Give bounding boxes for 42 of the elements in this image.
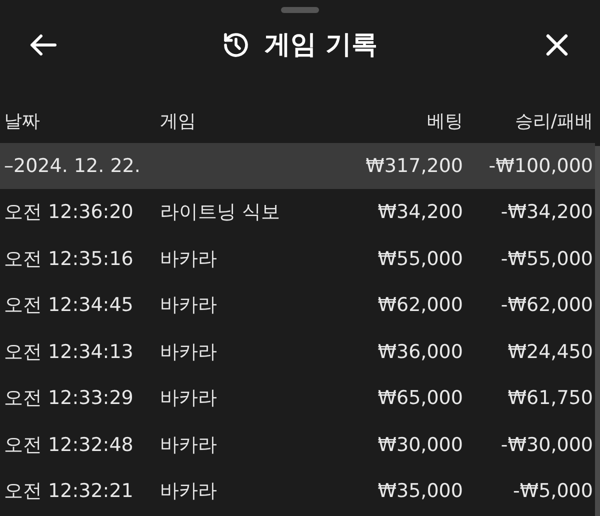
history-icon [222, 31, 250, 59]
group-result-total: -₩100,000 [488, 154, 593, 179]
bet-cell-text: ₩36,000 [376, 340, 463, 364]
game-cell-text: 바카라 [160, 432, 218, 458]
time-cell-text: 오전 12:34:45 [3, 293, 134, 318]
bet-cell-text: ₩30,000 [376, 432, 463, 458]
date-group-row[interactable]: –2024. 12. 22. ₩317,200 -₩100,000 [0, 143, 595, 189]
result-cell-text: -₩55,000 [500, 246, 593, 272]
result-cell-text: -₩5,000 [512, 479, 593, 504]
column-header: 날짜 [3, 110, 41, 134]
bet-cell-text: ₩62,000 [376, 293, 463, 318]
drag-handle[interactable] [281, 7, 319, 13]
column-header: 베팅 [426, 110, 463, 134]
game-cell-text: 바카라 [160, 246, 218, 272]
result-cell-text: ₩61,750 [506, 386, 593, 411]
time-cell-text: 오전 12:36:20 [3, 200, 134, 225]
time-cell-text: 오전 12:32:48 [3, 432, 134, 458]
result-cell-text: ₩24,450 [506, 340, 593, 364]
bet-cell-text: ₩55,000 [376, 246, 463, 272]
result-cell-text: -₩34,200 [500, 200, 593, 225]
bet-cell-text: ₩65,000 [376, 386, 463, 411]
scrollbar[interactable] [595, 146, 600, 516]
game-cell-text: 라이트닝 식보 [160, 200, 282, 225]
time-cell-text: 오전 12:33:29 [3, 386, 134, 411]
bet-cell-text: ₩34,200 [376, 200, 463, 225]
game-cell-text: 바카라 [160, 293, 218, 318]
time-cell-text: 오전 12:32:21 [3, 479, 134, 504]
back-arrow-icon [29, 33, 57, 57]
time-cell-text: 오전 12:34:13 [3, 340, 134, 364]
column-header: 승리/패배 [514, 110, 593, 134]
game-cell-text: 바카라 [160, 386, 218, 411]
time-cell-text: 오전 12:35:16 [3, 246, 134, 272]
group-bet-total: ₩317,200 [364, 154, 463, 179]
bet-cell-text: ₩35,000 [376, 479, 463, 504]
window-title: 게임 기록 [264, 28, 378, 62]
close-icon [545, 33, 569, 57]
result-cell-text: -₩30,000 [500, 432, 593, 458]
game-cell-text: 바카라 [160, 479, 218, 504]
result-cell-text: -₩62,000 [500, 293, 593, 318]
group-date: –2024. 12. 22. [3, 154, 142, 179]
game-cell-text: 바카라 [160, 340, 218, 364]
column-header: 게임 [160, 110, 197, 134]
